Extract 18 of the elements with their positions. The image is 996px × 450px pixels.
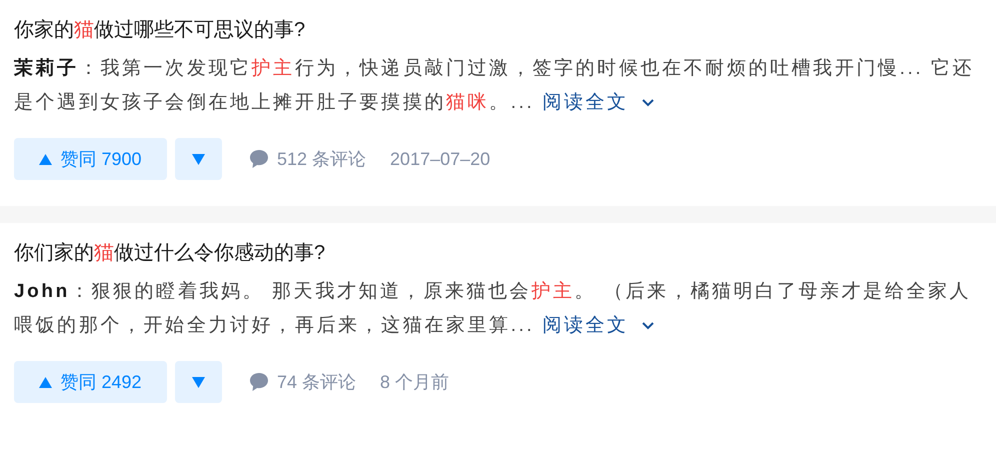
triangle-up-icon [39,154,52,164]
question-title[interactable]: 你家的猫做过哪些不可思议的事? [14,14,982,46]
read-more-link[interactable]: 阅读全文 [542,315,655,336]
post-date: 8 个月前 [380,370,450,394]
post-date: 2017–07–20 [390,148,490,170]
speech-bubble-icon [249,149,269,169]
triangle-down-icon [192,154,205,164]
triangle-up-icon [39,376,52,388]
speech-bubble-icon [249,372,269,392]
read-more-link[interactable]: 阅读全文 [542,92,655,113]
chevron-down-icon [640,98,655,108]
answer-excerpt: 茉莉子：我第一次发现它 护主行为，快递员敲门过激，签字的时候也在不耐烦的吐槽我开门慢... 它还是个遇到女孩子会倒在地上摊开肚子要摸摸的 猫咪。... 阅读全文 [14,57,976,115]
question-title[interactable]: 你们家的猫做过什么令你感动的事? [14,237,982,269]
chevron-down-icon [640,320,655,331]
answer-excerpt: John：狠狠的瞪着我妈。 那天我才知道，原来猫也会 护主。 （后来，橘猫明白了母亲才是给全家人喂饭的那个，开始全力讨好，再后来，这猫在家里算... 阅读全文 [14,280,972,338]
triangle-down-icon [192,376,205,388]
downvote-button[interactable] [175,361,222,403]
downvote-button[interactable] [175,138,222,180]
